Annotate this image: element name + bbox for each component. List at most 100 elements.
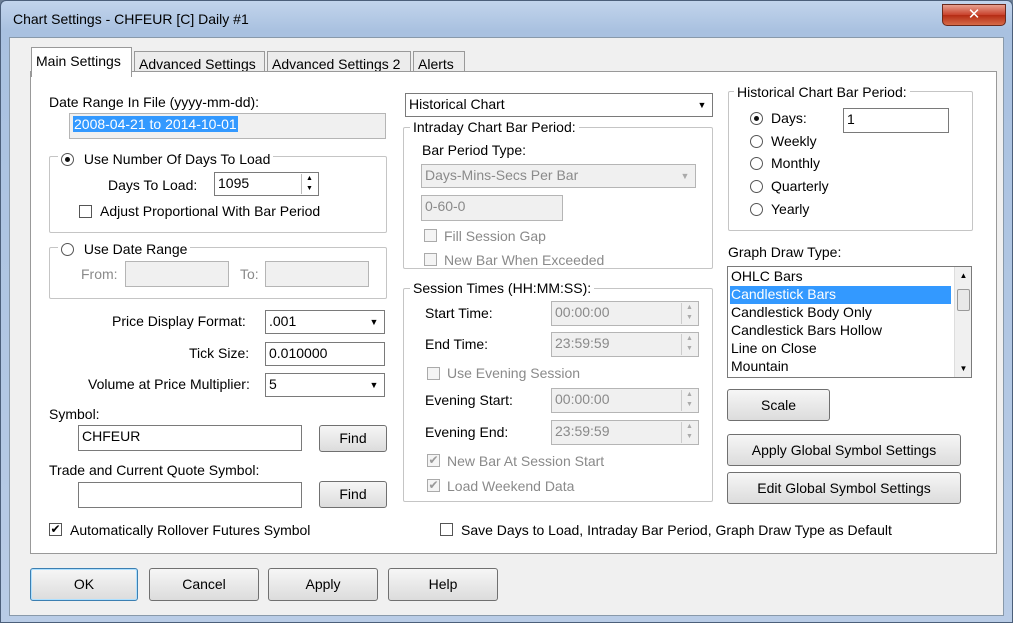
days-radio[interactable] (750, 112, 763, 125)
list-item[interactable]: Candlestick Body Only (730, 304, 951, 322)
use-date-range-radio[interactable] (61, 243, 74, 256)
price-display-format-select[interactable]: .001 ▼ (265, 310, 385, 334)
start-time-value: 00:00:00 (555, 304, 610, 320)
evening-start-input[interactable]: 00:00:00 ▲ ▼ (551, 388, 699, 413)
use-date-range-label: Use Date Range (83, 241, 188, 257)
tick-size-input[interactable]: 0.010000 (265, 342, 385, 366)
scroll-down-icon[interactable]: ▼ (955, 360, 971, 377)
volume-multiplier-value: 5 (269, 376, 277, 392)
window-title: Chart Settings - CHFEUR [C] Daily #1 (13, 11, 249, 27)
days-to-load-group-title: Use Number Of Days To Load (58, 151, 274, 167)
end-time-label: End Time: (425, 336, 489, 352)
new-bar-exceeded-checkbox[interactable] (424, 253, 437, 266)
trade-quote-find-button[interactable]: Find (319, 481, 387, 508)
tick-size-label: Tick Size: (189, 345, 250, 361)
date-range-in-file-field[interactable]: 2008-04-21 to 2014-10-01 (69, 113, 386, 139)
symbol-find-button[interactable]: Find (319, 425, 387, 452)
graph-draw-type-list[interactable]: OHLC Bars Candlestick Bars Candlestick B… (727, 266, 972, 378)
from-date-input[interactable] (125, 261, 229, 287)
bar-period-value: 0-60-0 (425, 198, 466, 214)
yearly-radio[interactable] (750, 203, 763, 216)
main-settings-panel: Date Range In File (yyyy-mm-dd): 2008-04… (30, 71, 997, 554)
days-radio-label: Days: (771, 110, 807, 126)
intraday-bar-period-title: Intraday Chart Bar Period: (410, 119, 579, 135)
list-item[interactable]: OHLC Bars (730, 268, 951, 286)
save-default-checkbox[interactable] (440, 523, 453, 536)
evening-end-spinner[interactable]: ▲ ▼ (681, 422, 697, 443)
days-to-load-label: Days To Load: (108, 177, 198, 193)
symbol-value: CHFEUR (82, 428, 141, 444)
historical-days-value: 1 (847, 111, 855, 127)
scroll-up-icon[interactable]: ▲ (955, 267, 971, 284)
bar-period-type-value: Days-Mins-Secs Per Bar (425, 167, 579, 183)
start-time-label: Start Time: (425, 305, 493, 321)
session-times-title: Session Times (HH:MM:SS): (410, 280, 595, 296)
scale-button[interactable]: Scale (727, 389, 830, 421)
ok-button[interactable]: OK (30, 568, 138, 601)
tab-label: Advanced Settings 2 (272, 56, 401, 72)
quarterly-radio[interactable] (750, 180, 763, 193)
to-date-input[interactable] (265, 261, 369, 287)
help-button[interactable]: Help (388, 568, 498, 601)
scroll-thumb[interactable] (957, 289, 970, 311)
cancel-button[interactable]: Cancel (149, 568, 259, 601)
chevron-down-icon: ▼ (369, 380, 379, 390)
title-bar[interactable]: Chart Settings - CHFEUR [C] Daily #1 ✕ (1, 1, 1012, 37)
evening-end-label: Evening End: (425, 424, 509, 440)
weekly-radio-label: Weekly (771, 133, 817, 149)
date-range-group-title: Use Date Range (58, 241, 191, 257)
chevron-down-icon: ▼ (697, 100, 707, 110)
from-label: From: (81, 266, 118, 282)
start-time-spinner[interactable]: ▲ ▼ (681, 303, 697, 324)
list-item[interactable]: Candlestick Bars Hollow (730, 322, 951, 340)
end-time-value: 23:59:59 (555, 335, 610, 351)
bar-period-input[interactable]: 0-60-0 (421, 195, 563, 221)
load-weekend-data-label: Load Weekend Data (447, 478, 575, 494)
use-days-to-load-radio[interactable] (61, 153, 74, 166)
save-default-label: Save Days to Load, Intraday Bar Period, … (461, 522, 892, 538)
volume-multiplier-select[interactable]: 5 ▼ (265, 373, 385, 397)
start-time-input[interactable]: 00:00:00 ▲ ▼ (551, 301, 699, 326)
end-time-spinner[interactable]: ▲ ▼ (681, 334, 697, 355)
edit-global-symbol-settings-button[interactable]: Edit Global Symbol Settings (727, 472, 961, 504)
historical-days-input[interactable]: 1 (843, 108, 949, 133)
fill-session-gap-checkbox[interactable] (424, 229, 437, 242)
chart-type-value: Historical Chart (409, 96, 505, 112)
list-item[interactable]: Mountain (730, 358, 951, 376)
tab-label: Alerts (418, 56, 454, 72)
chart-type-select[interactable]: Historical Chart ▼ (405, 93, 713, 117)
days-to-load-input[interactable]: 1095 ▲ ▼ (214, 172, 319, 196)
tab-main-settings[interactable]: Main Settings (31, 47, 132, 77)
bar-period-type-select[interactable]: Days-Mins-Secs Per Bar ▼ (421, 164, 696, 188)
evening-start-value: 00:00:00 (555, 391, 610, 407)
use-evening-session-checkbox[interactable] (427, 367, 440, 380)
auto-rollover-checkbox[interactable]: ✔ (49, 523, 62, 536)
new-bar-session-start-checkbox[interactable]: ✔ (427, 454, 440, 467)
date-range-value: 2008-04-21 to 2014-10-01 (73, 116, 238, 132)
trade-quote-symbol-input[interactable] (78, 482, 302, 508)
auto-rollover-label: Automatically Rollover Futures Symbol (70, 522, 311, 538)
tab-label: Advanced Settings (139, 56, 256, 72)
monthly-radio-label: Monthly (771, 155, 821, 171)
symbol-input[interactable]: CHFEUR (78, 425, 302, 451)
end-time-input[interactable]: 23:59:59 ▲ ▼ (551, 332, 699, 357)
days-to-load-spinner[interactable]: ▲ ▼ (301, 174, 317, 194)
new-bar-exceeded-label: New Bar When Exceeded (444, 252, 605, 268)
weekly-radio[interactable] (750, 135, 763, 148)
monthly-radio[interactable] (750, 157, 763, 170)
load-weekend-data-checkbox[interactable]: ✔ (427, 479, 440, 492)
price-display-format-label: Price Display Format: (112, 313, 246, 329)
price-display-format-value: .001 (269, 313, 297, 329)
list-item[interactable]: Line on Close (730, 340, 951, 358)
apply-global-symbol-settings-button[interactable]: Apply Global Symbol Settings (727, 434, 961, 466)
graph-draw-type-label: Graph Draw Type: (728, 244, 842, 260)
list-item[interactable]: Candlestick Bars (730, 286, 951, 304)
dialog-client-area: Main Settings Advanced Settings Advanced… (9, 37, 1004, 616)
evening-end-input[interactable]: 23:59:59 ▲ ▼ (551, 420, 699, 445)
close-button[interactable]: ✕ (942, 4, 1006, 26)
evening-start-spinner[interactable]: ▲ ▼ (681, 390, 697, 411)
chart-settings-window: Chart Settings - CHFEUR [C] Daily #1 ✕ M… (0, 0, 1013, 623)
apply-button[interactable]: Apply (268, 568, 378, 601)
list-scrollbar[interactable]: ▲ ▼ (954, 267, 971, 377)
adjust-proportional-checkbox[interactable] (79, 205, 92, 218)
